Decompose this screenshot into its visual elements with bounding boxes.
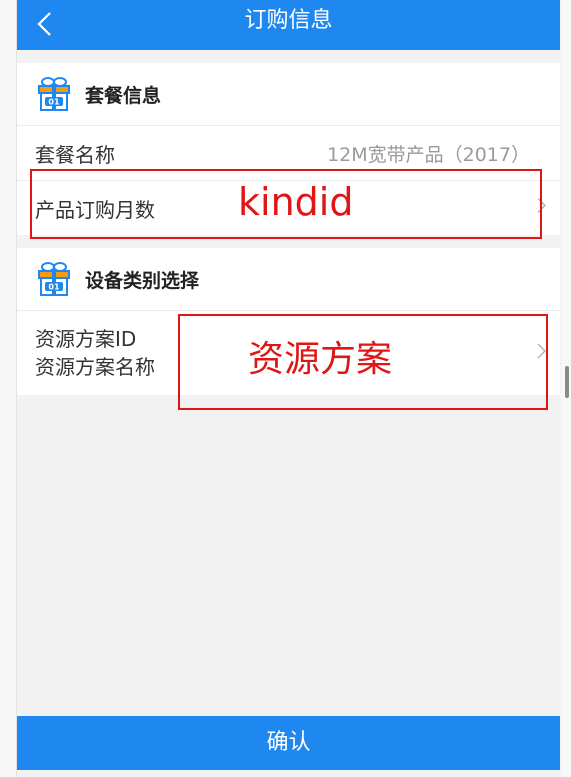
confirm-button[interactable]: 确认 (17, 716, 560, 770)
page-title: 订购信息 (244, 8, 333, 33)
package-icon: 01 (38, 77, 70, 111)
package-info-title: 套餐信息 (85, 84, 162, 107)
package-icon: 01 (38, 262, 70, 296)
svg-text:01: 01 (48, 283, 60, 292)
annotation-text-kindid: kindid (238, 180, 354, 224)
header-bar: 订购信息 (17, 0, 560, 50)
page: 订购信息 01 套餐信息 套餐名称 12M宽带产品（2017） 产品订购月数 0… (0, 0, 571, 777)
package-info-header: 01 套餐信息 (17, 63, 560, 126)
scrollbar-track[interactable] (561, 0, 571, 777)
package-name-value: 12M宽带产品（2017） (327, 143, 530, 166)
device-category-title: 设备类别选择 (85, 269, 200, 292)
left-margin (0, 0, 17, 777)
annotation-text-resource-plan: 资源方案 (248, 339, 393, 380)
device-category-header: 01 设备类别选择 (17, 248, 560, 311)
scrollbar-thumb[interactable] (565, 366, 569, 398)
svg-text:01: 01 (48, 98, 60, 107)
package-name-label: 套餐名称 (35, 142, 115, 167)
